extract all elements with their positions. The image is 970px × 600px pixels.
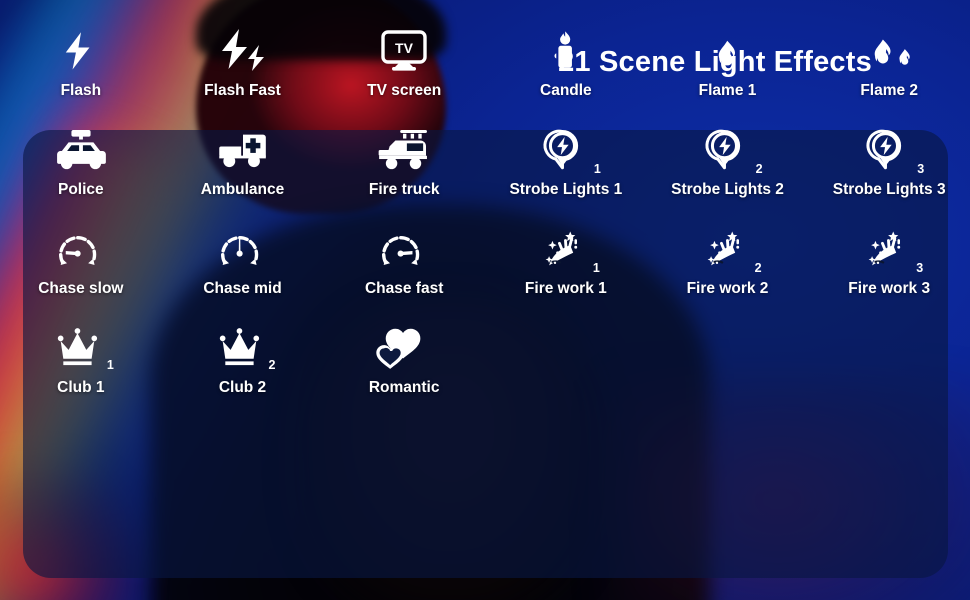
- ambulance-icon: [217, 127, 269, 173]
- effect-item-strobe-lights-1[interactable]: 1 Strobe Lights 1: [485, 127, 647, 226]
- effect-badge-number: 1: [592, 260, 600, 275]
- effect-label: Ambulance: [200, 181, 285, 198]
- effect-badge-number: 2: [755, 161, 763, 176]
- effect-item-strobe-lights-3[interactable]: 3 Strobe Lights 3: [808, 127, 970, 226]
- effect-badge-number: 3: [916, 260, 924, 275]
- effect-item-club-2[interactable]: 2 Club 2: [162, 325, 324, 424]
- firework-icon: 3: [867, 226, 923, 274]
- effect-badge-number: 3: [917, 161, 925, 176]
- effect-badge-number: 2: [268, 357, 276, 372]
- effect-item-police[interactable]: Police: [0, 127, 162, 226]
- effect-item-fire-work-2[interactable]: 2 Fire work 2: [647, 226, 809, 325]
- fire-truck-icon: [378, 127, 430, 173]
- effect-item-chase-fast[interactable]: Chase fast: [323, 226, 485, 325]
- effect-label: Strobe Lights 1: [509, 181, 623, 198]
- effect-label: Fire work 1: [524, 280, 607, 297]
- effect-label: Fire work 3: [848, 280, 931, 297]
- effect-item-chase-slow[interactable]: Chase slow: [0, 226, 162, 325]
- effect-label: Strobe Lights 3: [832, 181, 946, 198]
- strobe-light-icon: 3: [866, 127, 924, 175]
- effect-label: Police: [58, 181, 104, 198]
- effect-item-romantic[interactable]: Romantic: [323, 325, 485, 424]
- effects-row: Police Ambulance Fire truck 1 Strobe Lights …: [0, 127, 970, 226]
- page-title: 21 Scene Light Effects: [558, 46, 872, 78]
- gauge-slow-icon: [58, 226, 103, 272]
- effect-label: Flame 2: [860, 82, 919, 99]
- effect-label: Flash: [60, 82, 102, 99]
- effect-badge-number: 1: [593, 161, 601, 176]
- effect-label: Strobe Lights 2: [671, 181, 784, 198]
- effect-label: Club 2: [218, 379, 267, 396]
- effect-label: Flame 1: [698, 82, 757, 99]
- effect-label: Chase fast: [364, 280, 444, 297]
- effect-label: Chase mid: [203, 280, 282, 297]
- crown-icon: 2: [219, 325, 276, 371]
- strobe-light-icon: 1: [543, 127, 601, 175]
- effect-label: Romantic: [368, 379, 440, 396]
- strobe-light-icon: 2: [704, 127, 763, 175]
- crown-icon: 1: [57, 325, 114, 371]
- effect-item-fire-work-3[interactable]: 3 Fire work 3: [808, 226, 970, 325]
- effect-item-ambulance[interactable]: Ambulance: [162, 127, 324, 226]
- effect-label: TV screen: [367, 82, 442, 99]
- effect-label: Flash Fast: [204, 82, 281, 99]
- police-car-icon: [55, 127, 107, 173]
- effect-item-chase-mid[interactable]: Chase mid: [162, 226, 324, 325]
- effect-label: Fire work 2: [686, 280, 769, 297]
- effect-badge-number: 1: [106, 357, 114, 372]
- effect-item-strobe-lights-2[interactable]: 2 Strobe Lights 2: [647, 127, 809, 226]
- effect-item-fire-truck[interactable]: Fire truck: [323, 127, 485, 226]
- effect-item-fire-work-1[interactable]: 1 Fire work 1: [485, 226, 647, 325]
- effects-row: Chase slow Chase mid Chase fast 1 Fire work …: [0, 226, 970, 325]
- effect-badge-number: 2: [754, 260, 762, 275]
- effects-grid: Flash Flash Fast TV screen Candle Flame 1 Fla…: [0, 0, 970, 600]
- effect-label: Club 1: [57, 379, 105, 396]
- effect-label: Chase slow: [38, 280, 124, 297]
- effect-item-club-1[interactable]: 1 Club 1: [0, 325, 162, 424]
- effect-label: Fire truck: [368, 181, 440, 198]
- double-heart-icon: [376, 325, 429, 371]
- effects-row: 1 Club 1 2 Club 2 Romantic: [0, 325, 970, 424]
- gauge-fast-icon: [382, 226, 426, 272]
- firework-icon: 2: [706, 226, 762, 274]
- gauge-mid-icon: [220, 226, 265, 272]
- effect-label: Candle: [540, 82, 592, 99]
- firework-icon: 1: [544, 226, 600, 274]
